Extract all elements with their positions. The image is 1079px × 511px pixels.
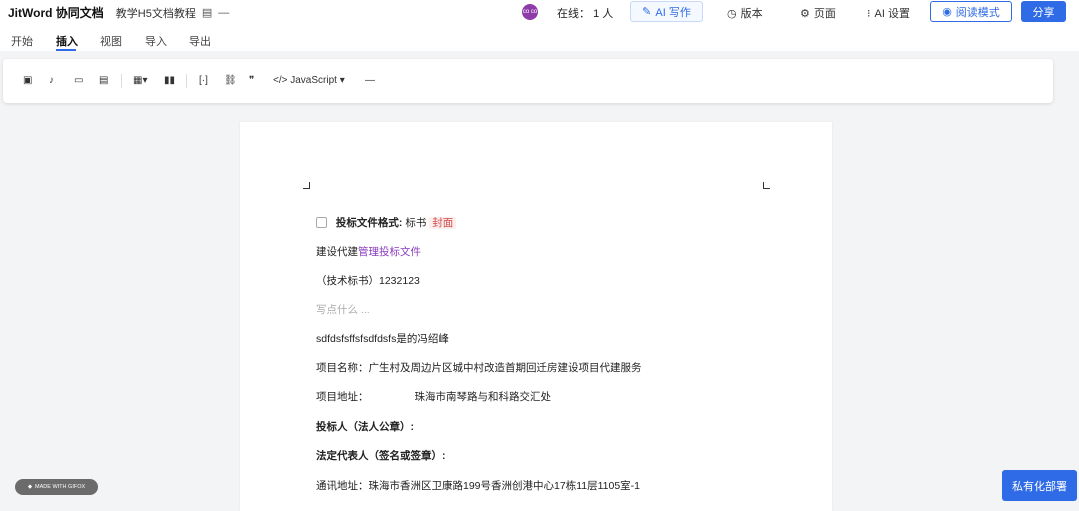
active-tab-indicator: [56, 49, 76, 51]
sparkle-icon: ⁝: [867, 7, 871, 20]
document-title[interactable]: 教学H5文档教程: [116, 5, 196, 21]
page-settings-button[interactable]: ⚙ 页面: [800, 5, 836, 21]
project-address-label: 项目地址：: [316, 391, 369, 403]
version-button[interactable]: ◷ 版本: [727, 5, 763, 21]
app-brand: JitWord 协同文档: [8, 6, 104, 20]
code-language: JavaScript: [290, 75, 337, 86]
audio-icon[interactable]: ♪: [49, 75, 54, 86]
table-icon[interactable]: ▦▾: [133, 75, 147, 86]
project-address-line[interactable]: 项目地址： 珠海市南琴路与和科路交汇处: [316, 389, 551, 404]
empty-paragraph-placeholder[interactable]: 写点什么 ...: [316, 302, 370, 317]
ai-write-label: AI 写作: [655, 6, 691, 19]
ai-settings-label: AI 设置: [874, 8, 910, 20]
page-label: 页面: [813, 8, 836, 20]
online-label: 在线：: [557, 8, 590, 20]
bid-format-label: 投标文件格式:: [335, 217, 403, 229]
paragraph[interactable]: 建设代建管理投标文件: [316, 244, 421, 259]
quote-icon[interactable]: ❞: [249, 75, 254, 86]
minus-icon[interactable]: —: [218, 7, 229, 19]
tab-view[interactable]: 视图: [100, 33, 122, 49]
gifox-logo-icon: ◆: [27, 484, 33, 490]
watermark-text: MADE WITH GIFOX: [35, 484, 86, 490]
paragraph[interactable]: （技术标书）1232123: [316, 273, 420, 288]
task-checkbox[interactable]: [316, 217, 327, 228]
tab-start[interactable]: 开始: [11, 33, 33, 49]
video-icon[interactable]: ▭: [74, 75, 83, 86]
share-button[interactable]: 分享: [1021, 1, 1066, 22]
tab-bar: 开始 插入 视图 导入 导出: [0, 25, 1079, 51]
document-page[interactable]: 投标文件格式: 标书 封面 建设代建管理投标文件 （技术标书）1232123 写…: [240, 122, 832, 511]
page-margin-corner-right: [763, 182, 770, 189]
bid-format-value: 标书: [405, 217, 427, 229]
mailing-address-line[interactable]: 通讯地址：珠海市香洲区卫康路199号香洲创港中心17栋11层1105室-1: [316, 478, 640, 493]
top-bar: JitWord 协同文档 教学H5文档教程 ▤ —: [0, 0, 1079, 25]
gifox-watermark: ◆ MADE WITH GIFOX: [15, 479, 98, 495]
highlighted-link[interactable]: 管理投标文件: [358, 246, 421, 258]
file-icon[interactable]: ▤: [99, 75, 108, 86]
gear-icon: ⚙: [800, 7, 810, 20]
read-mode-label: 阅读模式: [955, 6, 1000, 19]
legal-rep-line[interactable]: 法定代表人（签名或签章）:: [316, 448, 446, 463]
project-name-line[interactable]: 项目名称：广生村及周边片区城中村改造首期回迁房建设项目代建服务: [316, 360, 642, 375]
toolbar-divider: [121, 74, 122, 88]
code-block-button[interactable]: </> JavaScript ▾: [273, 75, 345, 86]
bidder-seal-line[interactable]: 投标人（法人公章）:: [316, 419, 414, 434]
link-icon[interactable]: ⛓: [224, 75, 237, 86]
tab-export[interactable]: 导出: [189, 33, 211, 49]
code-icon: </>: [273, 75, 288, 86]
paragraph[interactable]: sdfdsfsffsfsdfdsfs是的冯绍峰: [316, 331, 449, 346]
paragraph-text: 建设代建: [316, 246, 358, 258]
online-count: 1 人: [593, 8, 614, 20]
insert-toolbar: ▣ ♪ ▭ ▤ ▦▾ ▮▮ [·] ⛓ ❞ </> JavaScript ▾ —: [3, 59, 1053, 103]
bid-format-line[interactable]: 投标文件格式: 标书 封面: [316, 215, 457, 230]
toolbar-divider: [186, 74, 187, 88]
online-status: 在线： 1 人: [557, 5, 613, 21]
blank-gap: [369, 390, 415, 400]
cover-tag: 封面: [429, 217, 457, 229]
avatar[interactable]: co co: [522, 4, 538, 20]
project-address-value: 珠海市南琴路与和科路交汇处: [414, 391, 552, 403]
page-margin-corner-left: [303, 182, 310, 189]
read-mode-button[interactable]: ◉ 阅读模式: [930, 1, 1012, 22]
tab-import[interactable]: 导入: [145, 33, 167, 49]
version-label: 版本: [740, 8, 763, 20]
ai-write-button[interactable]: ✎ AI 写作: [630, 1, 703, 22]
private-deploy-button[interactable]: 私有化部署: [1002, 470, 1077, 501]
ai-settings-button[interactable]: ⁝ AI 设置: [867, 5, 910, 21]
pen-icon: ✎: [642, 6, 652, 18]
chart-icon[interactable]: ▮▮: [164, 75, 175, 86]
tab-insert[interactable]: 插入: [56, 33, 78, 49]
outline-icon[interactable]: ▤: [202, 6, 212, 19]
image-icon[interactable]: ▣: [23, 75, 32, 86]
clock-icon: ◷: [727, 7, 737, 20]
eye-icon: ◉: [942, 6, 952, 18]
horizontal-rule-icon[interactable]: —: [365, 75, 375, 86]
formula-icon[interactable]: [·]: [199, 75, 208, 86]
chevron-down-icon: ▾: [339, 75, 345, 86]
